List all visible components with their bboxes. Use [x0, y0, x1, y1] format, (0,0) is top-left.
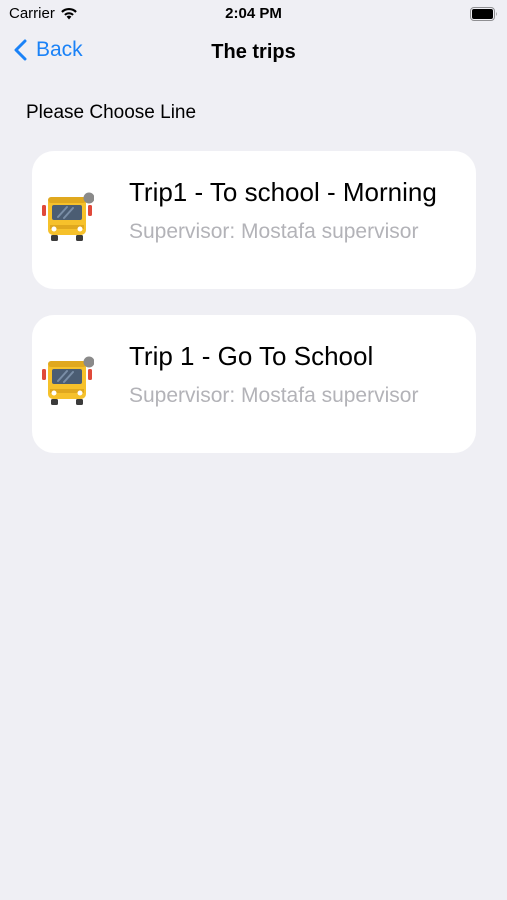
trip-card[interactable]: Trip1 - To school - Morning Supervisor: …: [32, 151, 476, 289]
trip-supervisor: Supervisor: Mostafa supervisor: [129, 384, 419, 407]
school-bus-icon: [42, 356, 94, 405]
section-label: Please Choose Line: [26, 102, 197, 123]
battery-icon: [470, 7, 497, 21]
navigation-bar: Back The trips: [0, 28, 507, 78]
trip-list: Trip1 - To school - Morning Supervisor: …: [32, 151, 476, 479]
trip-card[interactable]: Trip 1 - Go To School Supervisor: Mostaf…: [32, 315, 476, 453]
trip-title: Trip 1 - Go To School: [129, 341, 374, 371]
page-title: The trips: [211, 41, 296, 63]
status-bar: Carrier 2:04 PM: [0, 0, 507, 28]
trip-title: Trip1 - To school - Morning: [129, 177, 437, 207]
school-bus-icon: [42, 192, 94, 241]
status-time: 2:04 PM: [225, 5, 282, 22]
trip-supervisor: Supervisor: Mostafa supervisor: [129, 220, 419, 243]
